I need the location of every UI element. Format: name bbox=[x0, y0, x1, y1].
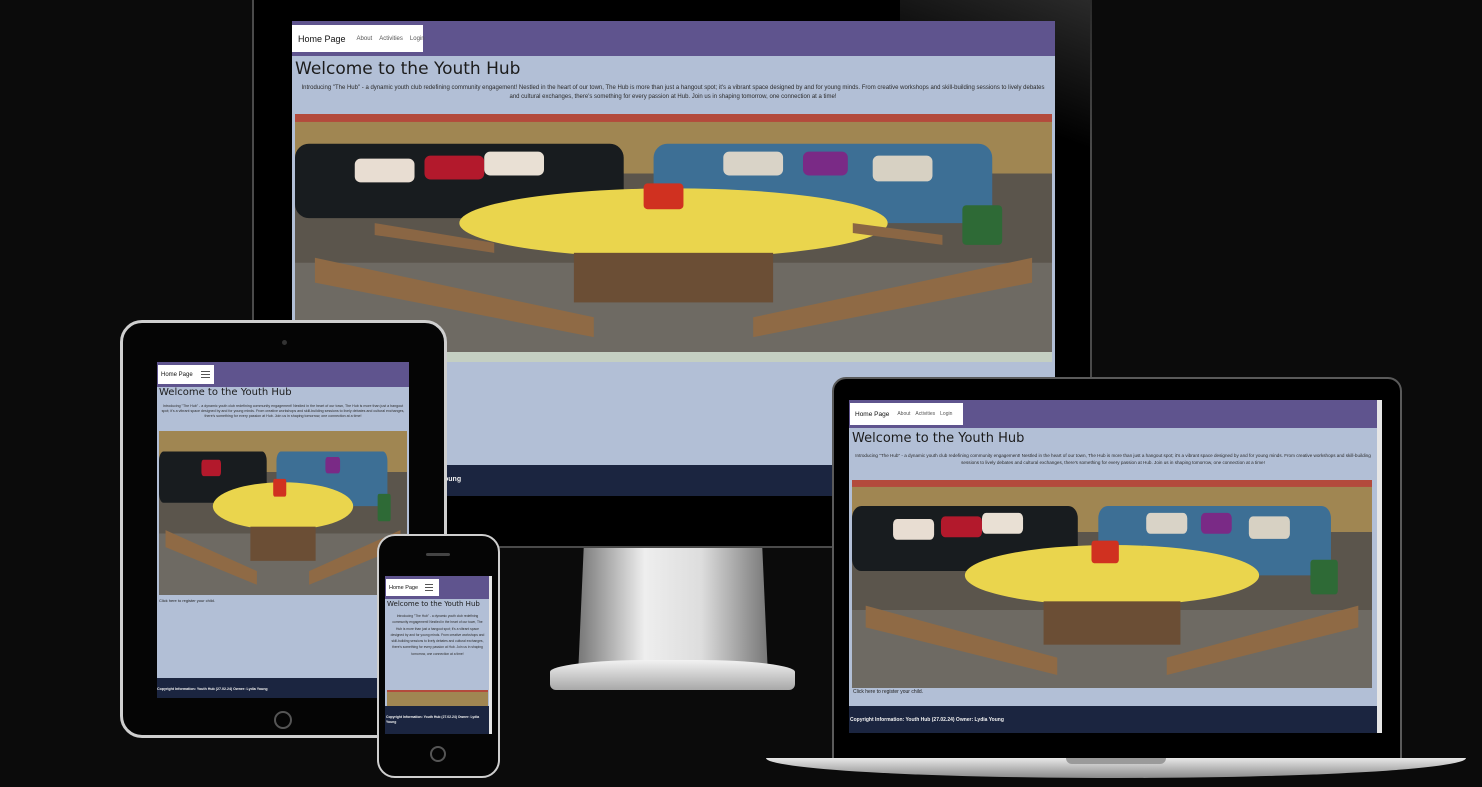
brand-link[interactable]: Home Page bbox=[855, 411, 889, 418]
brand-link[interactable]: Home Page bbox=[161, 372, 193, 378]
laptop-screen: Home Page About Activities Login Welcome… bbox=[849, 400, 1382, 733]
nav-link-about[interactable]: About bbox=[897, 411, 910, 417]
tablet-camera bbox=[282, 340, 287, 345]
page-title: Welcome to the Youth Hub bbox=[159, 387, 292, 398]
tablet-screen: Home Page Welcome to the Youth Hub Intro… bbox=[157, 362, 409, 698]
register-link[interactable]: Click here to register your child. bbox=[853, 689, 923, 695]
footer-copyright: Copyright Information: Youth Hub (27.02.… bbox=[386, 715, 480, 725]
monitor-stand-neck bbox=[578, 548, 768, 676]
nav-link-login[interactable]: Login bbox=[940, 411, 952, 417]
brand-link[interactable]: Home Page bbox=[389, 585, 418, 591]
register-link[interactable]: Click here to register your child. bbox=[159, 598, 215, 603]
page-title: Welcome to the Youth Hub bbox=[295, 59, 521, 79]
youth-club-photo bbox=[852, 480, 1372, 688]
nav-box: Home Page bbox=[158, 365, 214, 384]
photo-illustration bbox=[295, 114, 1052, 352]
footer-copyright: Copyright Information: Youth Hub (27.02.… bbox=[850, 717, 1004, 723]
youth-club-photo bbox=[159, 431, 407, 595]
photo-illustration bbox=[852, 480, 1372, 688]
navbar: Home Page bbox=[157, 362, 409, 387]
laptop-notch bbox=[1066, 758, 1166, 764]
phone-screen: Home Page Welcome to the Youth Hub Intro… bbox=[385, 576, 492, 734]
phone-home-button bbox=[430, 746, 446, 762]
youth-club-photo bbox=[387, 690, 488, 706]
hamburger-menu-icon[interactable] bbox=[425, 584, 434, 591]
hamburger-menu-icon[interactable] bbox=[200, 371, 210, 378]
nav-link-activities[interactable]: Activities bbox=[915, 411, 935, 417]
footer: Copyright Information: Youth Hub (27.02.… bbox=[157, 678, 409, 698]
navbar: Home Page About Activities Login bbox=[849, 400, 1382, 428]
tablet-home-button bbox=[274, 711, 292, 729]
scrollbar[interactable] bbox=[1377, 400, 1382, 733]
brand-link[interactable]: Home Page bbox=[298, 34, 346, 44]
footer-copyright: Copyright Information: Youth Hub (27.02.… bbox=[157, 687, 268, 691]
navbar: Home Page About Activities Login bbox=[292, 21, 1055, 56]
photo-illustration bbox=[387, 690, 488, 706]
footer: Copyright Information: Youth Hub (27.02.… bbox=[385, 706, 492, 734]
navbar: Home Page bbox=[385, 576, 492, 599]
page-title: Welcome to the Youth Hub bbox=[387, 600, 480, 608]
phone-speaker bbox=[426, 553, 450, 556]
nav-link-login[interactable]: Login bbox=[410, 36, 425, 42]
youth-club-photo bbox=[295, 114, 1052, 352]
nav-box: Home Page bbox=[386, 579, 439, 596]
photo-illustration bbox=[159, 431, 407, 595]
nav-box: Home Page About Activities Login bbox=[292, 25, 425, 52]
nav-link-activities[interactable]: Activities bbox=[379, 36, 403, 42]
scrollbar[interactable] bbox=[489, 576, 492, 734]
intro-paragraph: Introducing "The Hub" - a dynamic youth … bbox=[301, 85, 1045, 100]
nav-link-about[interactable]: About bbox=[357, 36, 373, 42]
intro-paragraph: Introducing "The Hub" - a dynamic youth … bbox=[390, 614, 485, 656]
nav-box: Home Page About Activities Login bbox=[850, 403, 963, 425]
footer: Copyright Information: Youth Hub (27.02.… bbox=[849, 706, 1382, 733]
intro-paragraph: Introducing "The Hub" - a dynamic youth … bbox=[855, 453, 1371, 465]
monitor-stand-base bbox=[550, 660, 795, 690]
page-title: Welcome to the Youth Hub bbox=[852, 431, 1025, 446]
intro-paragraph: Introducing "The Hub" - a dynamic youth … bbox=[161, 404, 405, 419]
